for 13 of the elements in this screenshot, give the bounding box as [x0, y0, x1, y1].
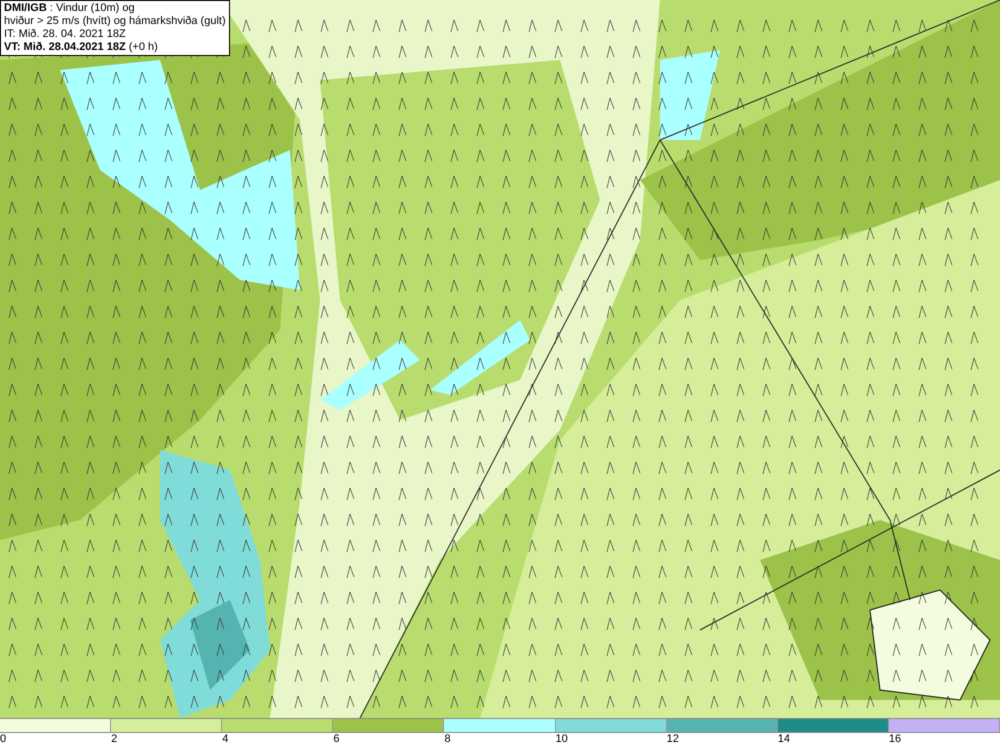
info-text: VT: Mið. 28.04.2021 18Z (+0 h)	[4, 41, 159, 54]
legend-label: 10	[556, 733, 568, 746]
legend-label: 16	[888, 733, 902, 746]
legend-label: 4	[222, 733, 228, 746]
legend-label: 8	[444, 733, 451, 746]
info-text: DMI/IGB : Vindur (10m) og	[4, 2, 136, 15]
legend-label: 14	[778, 733, 790, 746]
info-text: hviður > 25 m/s (hvítt) og hámarkshviða (gult)	[4, 15, 226, 28]
info-text: IT: Mið. 28. 04. 2021 18Z	[4, 28, 127, 41]
legend-label: 2	[111, 733, 118, 746]
legend-label: 6	[333, 733, 340, 746]
legend-label: 12	[666, 733, 679, 746]
legend-label: 0	[0, 733, 6, 746]
